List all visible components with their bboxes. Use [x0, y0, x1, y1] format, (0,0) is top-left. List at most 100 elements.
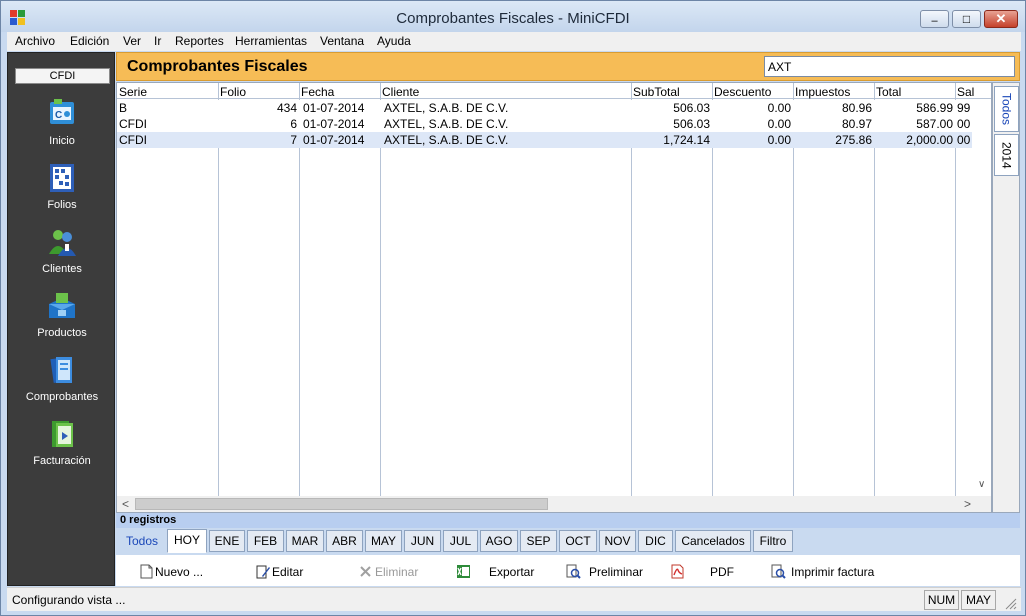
column-header-fecha[interactable]: Fecha	[301, 85, 334, 99]
maximize-button[interactable]: □	[952, 10, 981, 28]
app-window: Comprobantes Fiscales - MiniCFDI – □ ✕ A…	[0, 0, 1026, 616]
sidebar-item-label: Facturación	[33, 455, 91, 467]
menu-ventana[interactable]: Ventana	[320, 34, 364, 48]
cell-total: 2,000.00	[906, 133, 953, 147]
menu-herramientas[interactable]: Herramientas	[235, 34, 307, 48]
new-document-icon	[139, 564, 154, 579]
tab-jun[interactable]: JUN	[404, 530, 441, 552]
column-header-descuento[interactable]: Descuento	[714, 85, 771, 99]
tab-oct[interactable]: OCT	[559, 530, 597, 552]
delete-icon	[358, 564, 373, 579]
sidebar-item-folios[interactable]: Folios	[8, 162, 116, 222]
preview-button[interactable]: Preliminar	[566, 564, 650, 580]
cell-saldo: 99	[957, 101, 971, 115]
cell-fecha: 01-07-2014	[303, 133, 365, 147]
tab-filtro[interactable]: Filtro	[753, 530, 793, 552]
sidebar-item-productos[interactable]: Productos	[8, 290, 116, 350]
column-header-saldo[interactable]: Sal	[957, 85, 974, 99]
column-header-total[interactable]: Total	[876, 85, 901, 99]
cell-saldo: 00	[957, 133, 971, 147]
title-bar[interactable]: Comprobantes Fiscales - MiniCFDI – □ ✕	[1, 1, 1025, 32]
new-button[interactable]: Nuevo ...	[139, 564, 209, 580]
sidebar-item-comprobantes[interactable]: Comprobantes	[8, 354, 116, 414]
cell-impuestos: 80.96	[841, 101, 872, 115]
menu-bar: Archivo Edición Ver Ir Reportes Herramie…	[7, 32, 1021, 51]
tab-todos[interactable]: Todos	[118, 530, 166, 552]
maximize-icon: □	[962, 12, 971, 26]
close-icon: ✕	[995, 11, 1007, 26]
pdf-icon	[670, 564, 685, 579]
cell-cliente: AXTEL, S.A.B. DE C.V.	[384, 117, 509, 131]
cell-fecha: 01-07-2014	[303, 117, 365, 131]
horizontal-scroll-thumb[interactable]	[135, 498, 548, 510]
column-header-impuestos[interactable]: Impuestos	[795, 85, 850, 99]
export-button-label: Exportar	[489, 565, 535, 579]
print-invoice-button[interactable]: Imprimir factura	[771, 564, 886, 580]
cell-descuento: 0.00	[767, 133, 791, 147]
table-row[interactable]: CFDI 7 01-07-2014 AXTEL, S.A.B. DE C.V. …	[117, 132, 972, 148]
column-header-folio[interactable]: Folio	[220, 85, 246, 99]
menu-ir[interactable]: Ir	[154, 34, 161, 48]
tab-jul[interactable]: JUL	[443, 530, 478, 552]
pdf-button[interactable]: PDF	[670, 564, 740, 580]
table-row[interactable]: CFDI 6 01-07-2014 AXTEL, S.A.B. DE C.V. …	[117, 116, 972, 132]
sidebar: CFDI C Inicio Folios Clientes Productos	[7, 52, 115, 586]
sidebar-item-inicio[interactable]: C Inicio	[8, 98, 116, 158]
resize-grip-icon[interactable]	[1003, 596, 1017, 610]
sidebar-item-facturacion[interactable]: Facturación	[8, 418, 116, 478]
tab-feb[interactable]: FEB	[247, 530, 284, 552]
preview-icon	[566, 564, 581, 579]
cell-descuento: 0.00	[767, 117, 791, 131]
menu-ver[interactable]: Ver	[123, 34, 141, 48]
minimize-button[interactable]: –	[920, 10, 949, 28]
search-input[interactable]	[764, 56, 1015, 77]
cell-folio: 7	[290, 133, 297, 147]
column-header-cliente[interactable]: Cliente	[382, 85, 419, 99]
sidebar-tab-cfdi[interactable]: CFDI	[15, 68, 110, 84]
tab-dic[interactable]: DIC	[638, 530, 673, 552]
tab-sep[interactable]: SEP	[520, 530, 557, 552]
delete-button-label: Eliminar	[375, 565, 419, 579]
menu-edicion[interactable]: Edición	[70, 34, 109, 48]
section-header: Comprobantes Fiscales	[116, 52, 1020, 81]
table-header: Serie Folio Fecha Cliente SubTotal Descu…	[117, 83, 991, 99]
side-tab-2014[interactable]: 2014	[994, 134, 1019, 176]
tab-nov[interactable]: NOV	[599, 530, 636, 552]
table-row[interactable]: B 434 01-07-2014 AXTEL, S.A.B. DE C.V. 5…	[117, 100, 972, 116]
side-tab-todos[interactable]: Todos	[994, 86, 1019, 132]
menu-reportes[interactable]: Reportes	[175, 34, 224, 48]
print-invoice-icon	[771, 564, 786, 579]
column-header-serie[interactable]: Serie	[119, 85, 147, 99]
scroll-left-arrow[interactable]: <	[122, 497, 129, 511]
tab-mar[interactable]: MAR	[286, 530, 324, 552]
edit-button[interactable]: Editar	[256, 564, 311, 580]
receipts-icon	[46, 354, 78, 386]
tab-ago[interactable]: AGO	[480, 530, 518, 552]
column-header-subtotal[interactable]: SubTotal	[633, 85, 680, 99]
sidebar-item-label: Folios	[47, 199, 77, 211]
close-button[interactable]: ✕	[984, 10, 1018, 28]
home-icon: C	[46, 98, 78, 130]
cell-subtotal: 506.03	[673, 117, 710, 131]
horizontal-scrollbar[interactable]: < >	[117, 496, 991, 512]
tab-ene[interactable]: ENE	[209, 530, 245, 552]
menu-archivo[interactable]: Archivo	[15, 34, 55, 48]
sidebar-item-label: Inicio	[49, 135, 75, 147]
tab-may[interactable]: MAY	[365, 530, 402, 552]
page-title: Comprobantes Fiscales	[127, 58, 308, 75]
tab-hoy[interactable]: HOY	[167, 529, 207, 553]
receipts-table[interactable]: Serie Folio Fecha Cliente SubTotal Descu…	[116, 82, 992, 513]
status-bar: Configurando vista ... NUM MAY	[7, 587, 1021, 611]
delete-button[interactable]: Eliminar	[358, 564, 428, 580]
scroll-right-arrow[interactable]: >	[964, 497, 971, 511]
menu-ayuda[interactable]: Ayuda	[377, 34, 411, 48]
cell-serie: CFDI	[119, 133, 147, 147]
tab-abr[interactable]: ABR	[326, 530, 363, 552]
scroll-down-arrow[interactable]: ∨	[978, 479, 985, 490]
svg-text:C: C	[55, 110, 62, 121]
print-invoice-button-label: Imprimir factura	[791, 565, 875, 579]
sidebar-item-clientes[interactable]: Clientes	[8, 226, 116, 286]
tab-cancelados[interactable]: Cancelados	[675, 530, 751, 552]
clients-icon	[46, 226, 78, 258]
export-button[interactable]: Exportar	[456, 564, 538, 580]
